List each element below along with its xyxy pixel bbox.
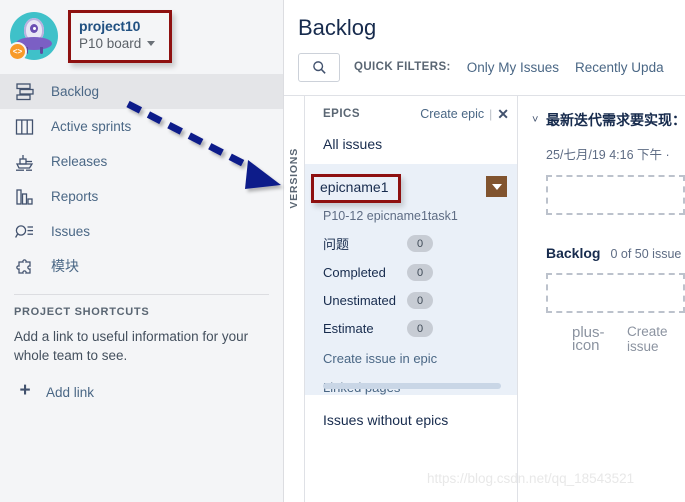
- main-header: Backlog QUICK FILTERS: Only My Issues Re…: [284, 0, 685, 82]
- epic-stat-row: Estimate 0: [323, 320, 507, 337]
- sidebar-item-label: Reports: [51, 189, 99, 204]
- epic-stat-label: Completed: [323, 265, 386, 280]
- create-issue-in-epic-link[interactable]: Create issue in epic: [323, 351, 507, 366]
- plus-icon: plus-icon: [572, 324, 605, 354]
- quick-filter-only-my-issues[interactable]: Only My Issues: [467, 60, 559, 75]
- epics-header: EPICS Create epic | ✕: [305, 96, 517, 121]
- epic-stat-value: 0: [407, 235, 433, 252]
- sidebar-item-label: Backlog: [51, 84, 100, 99]
- versions-label: VERSIONS: [288, 148, 300, 209]
- epics-title: EPICS: [323, 108, 361, 120]
- sidebar-item-modules[interactable]: 模块: [0, 249, 283, 284]
- sprint-header[interactable]: ˅ 最新迭代需求要实现：: [532, 110, 685, 130]
- project-header: <> project10 P10 board: [0, 0, 283, 72]
- create-issue-label: Create issue: [626, 324, 668, 354]
- sidebar-divider: [14, 294, 269, 295]
- issues-without-epics-item[interactable]: Issues without epics: [323, 412, 517, 428]
- close-icon[interactable]: ✕: [497, 107, 509, 121]
- epic-stat-label: 问题: [323, 237, 350, 252]
- ship-icon: [14, 151, 40, 173]
- search-list-icon: [14, 221, 40, 243]
- add-link-label: Add link: [46, 384, 95, 400]
- ufo-pupil-shape: [32, 26, 36, 30]
- board-selector[interactable]: P10 board: [79, 35, 156, 53]
- project-shortcuts-description: Add a link to useful information for you…: [14, 329, 249, 363]
- search-icon: [312, 60, 326, 74]
- sprint-dropzone[interactable]: [546, 175, 685, 215]
- sidebar-item-releases[interactable]: Releases: [0, 144, 283, 179]
- all-issues-item[interactable]: All issues: [323, 136, 517, 152]
- backlog-icon: [14, 81, 40, 103]
- create-epic-button[interactable]: Create epic: [420, 107, 484, 121]
- backlog-body: VERSIONS EPICS Create epic | ✕ All issue…: [284, 96, 685, 502]
- puzzle-piece-icon: [14, 256, 40, 278]
- board-name: P10 board: [79, 35, 142, 51]
- backlog-issue-count: 0 of 50 issue: [610, 247, 682, 261]
- create-issue-button[interactable]: plus-icon Create issue: [572, 324, 685, 354]
- chevron-down-icon: [147, 41, 156, 46]
- versions-rail[interactable]: VERSIONS: [284, 96, 305, 502]
- epic-stat-label: Estimate: [323, 321, 374, 336]
- sidebar-item-label: Issues: [51, 224, 91, 239]
- ufo-leg-right: [40, 47, 43, 54]
- add-link-button[interactable]: + Add link: [0, 380, 283, 401]
- epic-stat-label: Unestimated: [323, 293, 396, 308]
- jira-backlog-screen: <> project10 P10 board Backlog Active sp…: [0, 0, 685, 502]
- backlog-section-header: Backlog 0 of 50 issue: [546, 245, 685, 261]
- epics-panel: EPICS Create epic | ✕ All issues epicnam…: [305, 96, 518, 502]
- epic-subtitle: P10-12 epicname1task1: [323, 209, 458, 223]
- epic-stat-row: Completed 0: [323, 264, 507, 281]
- epic-card[interactable]: epicname1 P10-12 epicname1task1 问题 0 Com…: [305, 164, 517, 395]
- page-title: Backlog: [298, 15, 377, 40]
- project-sidebar: <> project10 P10 board Backlog Active sp…: [0, 0, 284, 502]
- epic-stat-row: Unestimated 0: [323, 292, 507, 309]
- sprint-name: 最新迭代需求要实现：: [546, 112, 685, 128]
- epic-stat-value: 0: [407, 292, 433, 309]
- epic-stat-value: 0: [407, 264, 433, 281]
- epic-stat-value: 0: [407, 320, 433, 337]
- sidebar-item-backlog[interactable]: Backlog: [0, 74, 283, 109]
- sprint-date: 25/七月/19 4:16 下午 ·: [546, 148, 670, 162]
- search-button[interactable]: [298, 52, 340, 82]
- project-name: project10: [79, 17, 141, 34]
- sidebar-item-label: Releases: [51, 154, 108, 169]
- chevron-down-icon[interactable]: ˅: [532, 114, 546, 126]
- alien-ufo-avatar: <>: [8, 12, 58, 61]
- epic-horizontal-scrollbar[interactable]: [323, 383, 501, 389]
- main-content: Backlog QUICK FILTERS: Only My Issues Re…: [284, 0, 685, 502]
- sidebar-nav: Backlog Active sprints Releases Reports …: [0, 74, 283, 284]
- project-shortcuts-heading: PROJECT SHORTCUTS: [14, 306, 150, 318]
- header-separator: |: [489, 107, 493, 121]
- quick-filters-bar: QUICK FILTERS: Only My Issues Recently U…: [298, 52, 685, 82]
- bar-chart-icon: [14, 186, 40, 208]
- project-switcher[interactable]: project10 P10 board: [68, 9, 173, 63]
- epic-title-row: epicname1: [311, 174, 507, 203]
- backlog-section-name: Backlog: [546, 245, 601, 261]
- backlog-list-column: ˅ 最新迭代需求要实现： 25/七月/19 4:16 下午 · Backlog …: [518, 96, 685, 502]
- quick-filter-recently-updated[interactable]: Recently Upda: [575, 60, 664, 75]
- sidebar-item-label: Active sprints: [51, 119, 132, 134]
- sidebar-item-reports[interactable]: Reports: [0, 179, 283, 214]
- epic-dropdown-button[interactable]: [486, 176, 507, 197]
- plus-icon: +: [19, 380, 31, 401]
- caret-down-icon: [491, 183, 502, 190]
- epic-stat-row: 问题 0: [323, 234, 507, 253]
- backlog-dropzone[interactable]: [546, 273, 685, 313]
- sidebar-item-issues[interactable]: Issues: [0, 214, 283, 249]
- epic-name-highlight[interactable]: epicname1: [311, 174, 401, 203]
- sidebar-item-label: 模块: [51, 258, 79, 274]
- sidebar-item-active-sprints[interactable]: Active sprints: [0, 109, 283, 144]
- quick-filters-label: QUICK FILTERS:: [354, 61, 451, 73]
- code-badge-icon: <>: [8, 42, 27, 61]
- board-columns-icon: [14, 116, 40, 138]
- epic-name: epicname1: [320, 179, 389, 195]
